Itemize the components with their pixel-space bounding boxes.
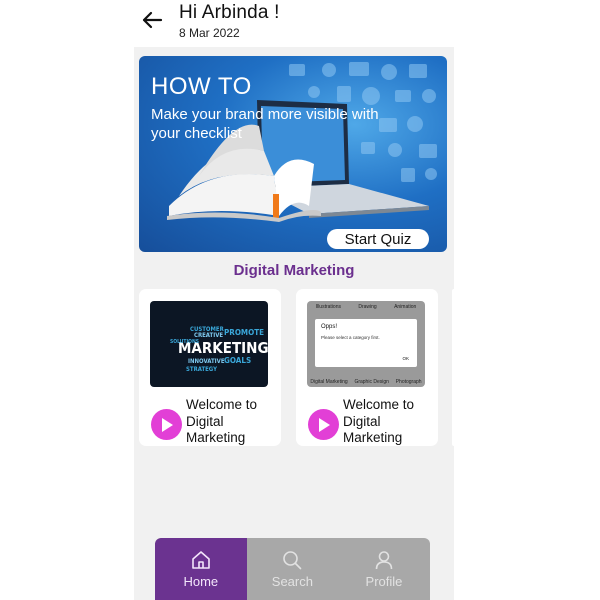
cloud-word: PROMOTE: [224, 328, 264, 337]
cloud-word: STRATEGY: [186, 366, 217, 373]
card-title: Welcome to Digital Marketing: [186, 397, 258, 445]
course-card[interactable]: CUSTOMER PROMOTE CREATIVE MARKETING SOLU…: [139, 289, 281, 446]
thumb-category: Photograph: [395, 379, 422, 385]
bottom-navigation: Home Search Profile: [155, 538, 430, 600]
card-title: Welcome to Digital Marketing: [343, 397, 415, 445]
nav-home[interactable]: Home: [155, 538, 247, 600]
nav-search-label: Search: [271, 573, 313, 589]
greeting-text: Hi Arbinda !: [179, 2, 280, 23]
course-card-partial[interactable]: [452, 289, 456, 446]
thumb-tab: Animation: [394, 304, 417, 310]
banner-subtitle: Make your brand more visible with your c…: [151, 106, 379, 142]
nav-profile-label: Profile: [365, 573, 403, 589]
home-icon: [191, 550, 210, 569]
marketing-thumbnail: CUSTOMER PROMOTE CREATIVE MARKETING SOLU…: [150, 301, 268, 387]
play-icon: [161, 417, 173, 432]
start-quiz-button[interactable]: Start Quiz: [327, 229, 429, 249]
section-title: Digital Marketing: [233, 262, 355, 279]
date-text: 8 Mar 2022: [179, 26, 240, 40]
thumb-tab: Illustrations: [315, 304, 341, 310]
nav-home-label: Home: [183, 573, 219, 589]
app-screen: Hi Arbinda ! 8 Mar 2022 HOW TO Make your…: [0, 0, 600, 600]
user-icon: [375, 550, 393, 569]
how-to-banner[interactable]: HOW TO Make your brand more visible with…: [139, 56, 447, 252]
nav-search[interactable]: Search: [247, 538, 339, 600]
word-cloud-image: CUSTOMER PROMOTE CREATIVE MARKETING SOLU…: [170, 326, 268, 373]
banner-title: HOW TO: [151, 73, 252, 100]
play-button[interactable]: [151, 409, 182, 440]
app-screenshot-thumbnail: Illustrations Drawing Animation Opps! Pl…: [307, 301, 425, 387]
search-icon: [283, 550, 302, 569]
nav-profile[interactable]: Profile: [338, 538, 430, 600]
thumb-category: Digital Marketing: [310, 379, 348, 385]
play-icon: [318, 417, 330, 432]
cloud-word: INNOVATIVE: [188, 358, 225, 365]
dialog-ok-button: OK: [402, 356, 409, 361]
dialog-message: Please select a category first.: [321, 335, 380, 340]
cloud-word: CREATIVE: [194, 332, 223, 339]
cloud-word: SOLUTIONS: [170, 339, 199, 345]
thumb-tab: Drawing: [358, 304, 377, 310]
arrow-left-icon: [142, 11, 163, 29]
alert-dialog: Opps! Please select a category first. OK: [315, 319, 417, 367]
dialog-title: Opps!: [321, 324, 338, 330]
play-button[interactable]: [308, 409, 339, 440]
thumb-category: Graphic Design: [354, 379, 389, 385]
back-button[interactable]: [140, 8, 164, 32]
course-card[interactable]: Illustrations Drawing Animation Opps! Pl…: [296, 289, 438, 446]
cloud-word: GOALS: [224, 356, 251, 365]
